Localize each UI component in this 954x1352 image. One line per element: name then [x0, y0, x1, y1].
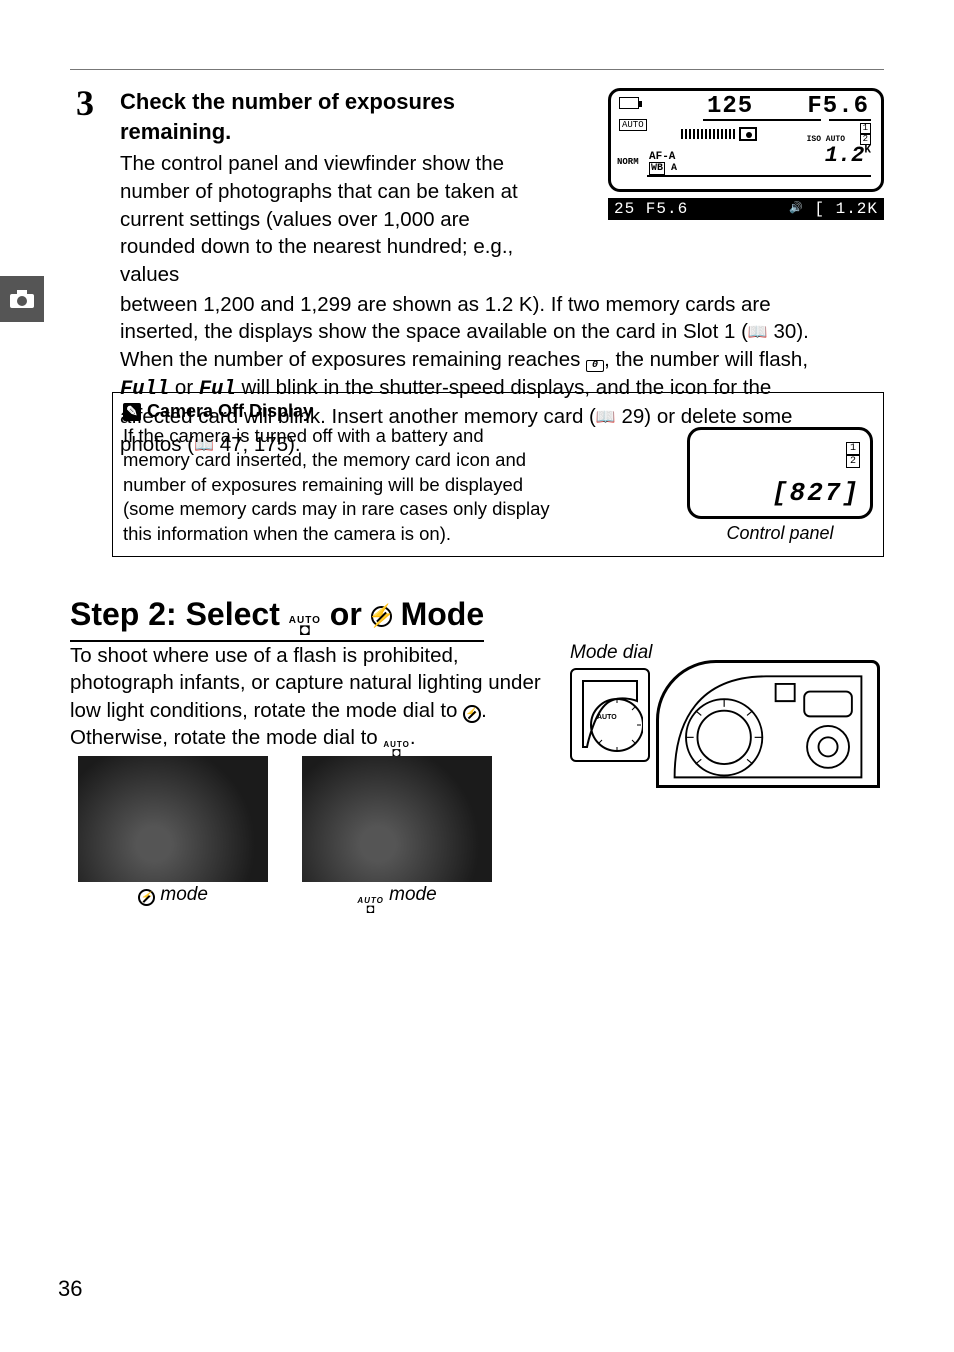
note-caption: Control panel	[687, 523, 873, 544]
svg-text:AUTO: AUTO	[597, 714, 617, 721]
rule	[647, 175, 871, 177]
t: , the number will flash,	[604, 348, 808, 371]
vf-left: 25 F5.6	[614, 200, 688, 218]
lcd-wb: WB A	[649, 163, 677, 174]
exposure-scale-icon	[681, 129, 735, 139]
sample-flash-off: ⚡ mode	[78, 756, 268, 906]
flash-off-mode-icon: ⚡	[463, 705, 481, 723]
camera-top-illustration	[656, 660, 880, 788]
t: Step 2: Select	[70, 596, 289, 632]
t: between 1,200 and 1,299 are shown as 1.2…	[120, 293, 771, 344]
step-para1: The control panel and viewfinder show th…	[120, 150, 550, 288]
viewfinder-illustration: 25 F5.6 🔊 [ 1.2K	[608, 198, 884, 220]
mode-dial-closeup: AUTO	[570, 668, 650, 762]
camera-top-icon	[659, 663, 877, 785]
lcd-auto: AUTO	[619, 119, 647, 131]
sample-caption-2: AUTO◘ mode	[302, 884, 492, 910]
note-body: If the camera is turned off with a batte…	[123, 424, 553, 546]
auto-mode-icon: AUTO◘	[289, 617, 321, 636]
section-step2-para: To shoot where use of a flash is prohibi…	[70, 642, 554, 755]
sample-caption-1: ⚡ mode	[78, 884, 268, 906]
card-slot-icon: 12	[860, 123, 871, 145]
mode-dial-icon: AUTO	[577, 675, 643, 755]
top-rule	[70, 69, 884, 70]
page-number: 36	[58, 1276, 82, 1302]
section-step2-title: Step 2: Select AUTO◘ or ⚡ Mode	[70, 596, 484, 642]
sample-image	[302, 756, 492, 882]
sample-auto: AUTO◘ mode	[302, 756, 492, 910]
seg-zero: 0	[586, 360, 604, 372]
note-title-text: Camera Off Display	[147, 401, 313, 422]
rule	[703, 119, 821, 121]
pencil-icon: ✎	[123, 403, 141, 421]
rule	[829, 119, 871, 121]
lcd-fnumber: F5.6	[807, 93, 869, 120]
battery-icon	[619, 97, 639, 109]
t: Mode	[392, 596, 484, 632]
note-lcd: 12 [827]	[687, 427, 873, 519]
camera-tab-icon	[9, 289, 35, 309]
note-title: ✎ Camera Off Display	[123, 401, 873, 422]
note-frames: [827]	[772, 478, 860, 508]
step-number: 3	[76, 82, 94, 124]
focus-area-icon	[739, 127, 757, 141]
t: or	[321, 596, 371, 632]
lcd-group: 125 F5.6 AUTO NORM AF-A WB A 12 ISO AUTO…	[608, 88, 884, 220]
book-icon: 📖	[748, 324, 768, 341]
card-slot-icon: 12	[846, 442, 860, 468]
t: mode	[155, 884, 208, 905]
sample-image	[78, 756, 268, 882]
note-panel: 12 [827] Control panel	[687, 427, 873, 544]
lcd-shutter: 125	[707, 93, 753, 120]
auto-mode-icon: AUTO◘	[357, 898, 384, 913]
lcd-frames: 1.2K	[825, 143, 871, 168]
camera-off-note: ✎ Camera Off Display If the camera is tu…	[112, 392, 884, 557]
step-title: Check the number of exposures remaining.	[120, 87, 550, 146]
chapter-side-tab	[0, 276, 44, 322]
mode-dial-label: Mode dial	[570, 642, 652, 664]
vf-right: 🔊 [ 1.2K	[789, 200, 878, 218]
t: .	[410, 726, 416, 749]
flash-off-mode-icon: ⚡	[371, 606, 392, 627]
lcd-norm: NORM	[617, 157, 639, 167]
control-panel-illustration: 125 F5.6 AUTO NORM AF-A WB A 12 ISO AUTO…	[608, 88, 884, 192]
flash-off-mode-icon: ⚡	[138, 889, 155, 906]
t: mode	[384, 884, 437, 905]
